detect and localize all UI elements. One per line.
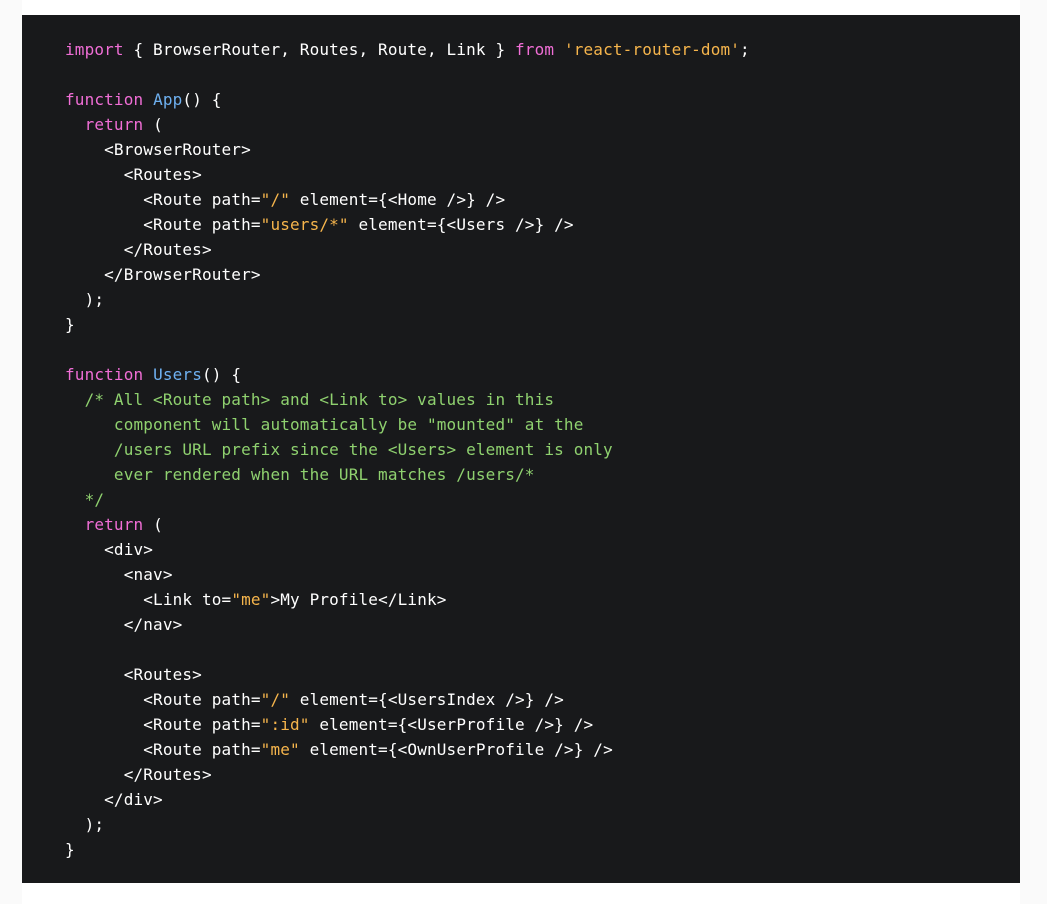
code-token: return — [84, 515, 144, 534]
code-token: } — [65, 840, 75, 859]
left-page-margin — [0, 0, 22, 904]
code-line: } — [65, 837, 1020, 862]
code-token: "me" — [260, 740, 300, 759]
code-line: </Routes> — [65, 237, 1020, 262]
code-token: <BrowserRouter> — [65, 140, 251, 159]
code-token: element={<Home />} /> — [290, 190, 506, 209]
code-line: <Route path="/" element={<Home />} /> — [65, 187, 1020, 212]
code-token: ); — [65, 290, 105, 309]
code-line: function App() { — [65, 87, 1020, 112]
code-token: element={<UserProfile />} /> — [309, 715, 594, 734]
code-token: <Route path= — [65, 690, 261, 709]
code-token: 'react-router-dom' — [563, 40, 741, 59]
code-line: <div> — [65, 537, 1020, 562]
code-token: component will automatically be "mounted… — [65, 415, 584, 434]
code-block[interactable]: import { BrowserRouter, Routes, Route, L… — [22, 15, 1020, 883]
code-token: */ — [65, 490, 105, 509]
code-line: /* All <Route path> and <Link to> values… — [65, 387, 1020, 412]
code-line: /users URL prefix since the <Users> elem… — [65, 437, 1020, 462]
code-token: ( — [143, 515, 163, 534]
code-token: ":id" — [260, 715, 310, 734]
code-line: ); — [65, 287, 1020, 312]
code-line: <Link to="me">My Profile</Link> — [65, 587, 1020, 612]
code-line: <Route path="me" element={<OwnUserProfil… — [65, 737, 1020, 762]
code-token: App — [153, 90, 183, 109]
code-line: <Route path=":id" element={<UserProfile … — [65, 712, 1020, 737]
code-token: <Link to= — [65, 590, 232, 609]
code-line: <nav> — [65, 562, 1020, 587]
code-token: >My Profile</Link> — [270, 590, 447, 609]
code-token: </BrowserRouter> — [65, 265, 261, 284]
code-token: Users — [153, 365, 202, 384]
code-line: component will automatically be "mounted… — [65, 412, 1020, 437]
code-token: <Route path= — [65, 215, 261, 234]
code-line: import { BrowserRouter, Routes, Route, L… — [65, 37, 1020, 62]
code-line: } — [65, 312, 1020, 337]
code-token: ); — [65, 815, 105, 834]
code-line: </div> — [65, 787, 1020, 812]
code-token: <div> — [65, 540, 154, 559]
code-line: <Route path="/" element={<UsersIndex />}… — [65, 687, 1020, 712]
code-line: </BrowserRouter> — [65, 262, 1020, 287]
code-line: </Routes> — [65, 762, 1020, 787]
code-token: </Routes> — [65, 765, 212, 784]
code-line: return ( — [65, 512, 1020, 537]
code-line: return ( — [65, 112, 1020, 137]
code-token: <Route path= — [65, 740, 261, 759]
code-token: element={<OwnUserProfile />} /> — [299, 740, 613, 759]
code-token: return — [84, 115, 144, 134]
code-token: <Routes> — [65, 165, 202, 184]
code-token: from — [515, 40, 555, 59]
code-token: "me" — [231, 590, 271, 609]
code-token: } — [65, 315, 75, 334]
code-token: function — [65, 90, 144, 109]
code-token: ( — [143, 115, 163, 134]
code-token: element={<UsersIndex />} /> — [290, 690, 564, 709]
code-token: </div> — [65, 790, 163, 809]
code-line: function Users() { — [65, 362, 1020, 387]
code-token: ever rendered when the URL matches /user… — [65, 465, 535, 484]
code-token: <nav> — [65, 565, 173, 584]
code-line: ); — [65, 812, 1020, 837]
code-token: <Route path= — [65, 190, 261, 209]
code-token: { BrowserRouter, Routes, Route, Link } — [123, 40, 516, 59]
right-page-margin — [1020, 0, 1047, 904]
code-token: /* All <Route path> and <Link to> values… — [65, 390, 555, 409]
code-token: "/" — [260, 690, 291, 709]
code-token: function — [65, 365, 144, 384]
code-token: </Routes> — [65, 240, 212, 259]
code-token: element={<Users />} /> — [348, 215, 574, 234]
code-line: <Routes> — [65, 662, 1020, 687]
code-token: "/" — [260, 190, 291, 209]
code-token: <Route path= — [65, 715, 261, 734]
code-line: <Routes> — [65, 162, 1020, 187]
code-token: "users/*" — [260, 215, 349, 234]
code-token: () { — [182, 90, 222, 109]
code-token: </nav> — [65, 615, 183, 634]
code-token: () { — [201, 365, 242, 384]
code-token: /users URL prefix since the <Users> elem… — [65, 440, 613, 459]
code-token: ; — [740, 40, 750, 59]
code-line: ever rendered when the URL matches /user… — [65, 462, 1020, 487]
code-line: <Route path="users/*" element={<Users />… — [65, 212, 1020, 237]
code-line: */ — [65, 487, 1020, 512]
code-token: <Routes> — [65, 665, 202, 684]
code-token: import — [65, 40, 124, 59]
code-line: <BrowserRouter> — [65, 137, 1020, 162]
code-line: </nav> — [65, 612, 1020, 637]
